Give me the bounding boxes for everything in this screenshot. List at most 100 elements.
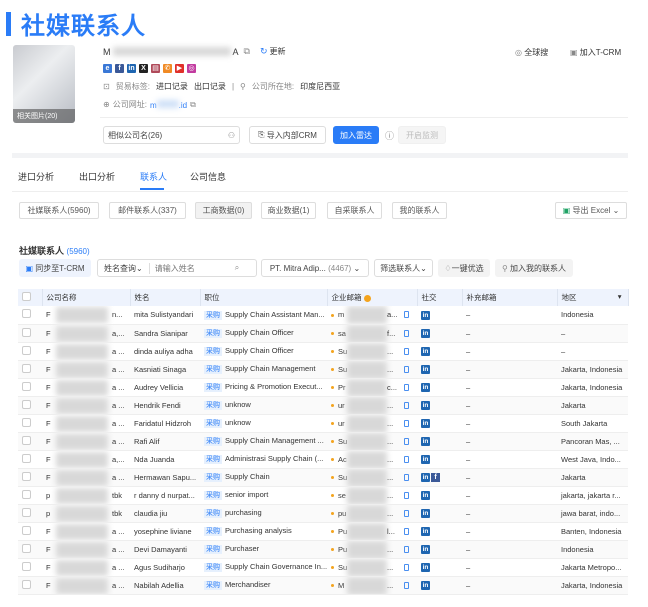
filter-icon[interactable]: ▾ <box>618 292 622 301</box>
monitor-button[interactable]: 开启监测 <box>398 126 446 144</box>
youtube-icon[interactable]: ▶ <box>175 64 184 73</box>
row-select[interactable] <box>18 450 42 469</box>
filter-contacts-select[interactable]: 筛选联系人 ⌄ <box>374 259 433 277</box>
help-icon[interactable] <box>363 294 371 302</box>
add-tcrm-button[interactable]: ▣ 加入T-CRM <box>570 47 621 58</box>
phone-icon[interactable]: ✆ <box>163 64 172 73</box>
sync-tcrm-button[interactable]: ▣ 同步至T-CRM <box>19 259 91 277</box>
linkedin-icon[interactable]: in <box>421 473 430 482</box>
copy-icon[interactable] <box>404 545 409 553</box>
table-row[interactable]: p tbk claudia jiu 采购 purchasing pu... in –… <box>18 504 628 523</box>
company-filter-select[interactable]: PT. Mitra Adip... (4467) ⌄ <box>261 259 369 277</box>
copy-icon[interactable] <box>404 419 409 427</box>
company-cell[interactable]: Fa ... <box>42 360 130 379</box>
copy-icon[interactable] <box>404 437 409 445</box>
table-row[interactable]: Fa ... Hendrik Fendi 采购 unknow ur... in –… <box>18 396 628 415</box>
trade-tag-import[interactable]: 进口记录 <box>156 81 188 92</box>
name-input[interactable] <box>154 263 235 273</box>
add-my-contacts-button[interactable]: ⚲ 加入我的联系人 <box>495 259 573 277</box>
chip-business-registry[interactable]: 工商数据(0) <box>195 202 252 219</box>
company-cell[interactable]: Fa,... <box>42 450 130 469</box>
checkbox[interactable] <box>22 579 31 589</box>
checkbox[interactable] <box>22 453 31 463</box>
copy-icon[interactable]: ⧉ <box>190 100 196 110</box>
company-cell[interactable]: Fa ... <box>42 540 130 559</box>
chip-self-collected[interactable]: 自采联系人 <box>327 202 382 219</box>
search-icon[interactable]: ⌕ <box>235 263 239 273</box>
linkedin-icon[interactable]: in <box>421 545 430 554</box>
website-icon[interactable]: e <box>103 64 112 73</box>
copy-icon[interactable] <box>404 311 409 318</box>
linkedin-icon[interactable]: in <box>421 437 430 446</box>
checkbox[interactable] <box>22 543 31 553</box>
trade-tag-export[interactable]: 出口记录 <box>194 81 226 92</box>
instagram-icon[interactable]: ◎ <box>187 64 196 73</box>
copy-icon[interactable] <box>404 581 409 589</box>
row-select[interactable] <box>18 522 42 541</box>
table-row[interactable]: Fa ... Faridatul Hidzroh 采购 unknow ur... … <box>18 414 628 433</box>
chip-my-contacts[interactable]: 我的联系人 <box>392 202 447 219</box>
copy-icon[interactable] <box>404 365 409 373</box>
similar-company-button[interactable]: 相似公司名(26) ⚇ <box>103 126 240 144</box>
optimize-button[interactable]: ♢ 一键优选 <box>438 259 490 277</box>
select-all[interactable] <box>18 289 43 306</box>
checkbox[interactable] <box>22 327 31 337</box>
checkbox[interactable] <box>22 507 31 517</box>
company-cell[interactable]: Fa ... <box>42 342 130 361</box>
checkbox[interactable] <box>22 309 31 319</box>
copy-icon[interactable] <box>404 383 409 391</box>
copy-icon[interactable] <box>404 329 409 337</box>
checkbox[interactable] <box>22 363 31 373</box>
linkedin-icon[interactable]: in <box>421 383 430 392</box>
tab-company-info[interactable]: 公司信息 <box>190 170 226 183</box>
copy-icon[interactable] <box>404 509 409 517</box>
table-row[interactable]: Fa,... Nda Juanda 采购 Administrasi Supply … <box>18 450 628 469</box>
row-select[interactable] <box>18 576 42 595</box>
checkbox[interactable] <box>22 561 31 571</box>
row-select[interactable] <box>18 396 42 415</box>
row-select[interactable] <box>18 468 42 487</box>
table-row[interactable]: Fa ... Kasniati Sinaga 采购 Supply Chain Ma… <box>18 360 628 379</box>
row-select[interactable] <box>18 360 42 379</box>
linkedin-icon[interactable]: in <box>127 64 136 73</box>
row-select[interactable] <box>18 414 42 433</box>
copy-icon[interactable] <box>404 455 409 463</box>
company-cell[interactable]: p tbk <box>42 486 130 505</box>
table-row[interactable]: Fa ... Audrey Vellicia 采购 Pricing & Promo… <box>18 378 628 397</box>
row-select[interactable] <box>18 324 42 343</box>
row-select[interactable] <box>18 486 42 505</box>
row-select[interactable] <box>18 342 42 361</box>
row-select[interactable] <box>18 540 42 559</box>
checkbox[interactable] <box>22 435 31 445</box>
facebook-icon[interactable]: f <box>115 64 124 73</box>
import-crm-button[interactable]: ⎘ 导入内部CRM <box>249 126 326 144</box>
company-cell[interactable]: Fa ... <box>42 396 130 415</box>
table-row[interactable]: Fa ... Nabilah Adellia 采购 Merchandiser M.… <box>18 576 628 595</box>
company-cell[interactable]: Fa ... <box>42 378 130 397</box>
facebook-icon[interactable]: f <box>431 473 440 482</box>
linkedin-icon[interactable]: in <box>421 563 430 572</box>
copy-icon[interactable] <box>404 563 409 571</box>
refresh-button[interactable]: 更新 <box>270 46 286 57</box>
company-cell[interactable]: Fn... <box>42 306 130 325</box>
company-cell[interactable]: p tbk <box>42 504 130 523</box>
linkedin-icon[interactable]: in <box>421 401 430 410</box>
refresh-icon[interactable]: ↻ <box>260 46 268 57</box>
fax-icon[interactable]: ▤ <box>151 64 160 73</box>
checkbox[interactable] <box>22 489 31 499</box>
chip-commercial-data[interactable]: 商业数据(1) <box>261 202 316 219</box>
checkbox[interactable] <box>22 381 31 391</box>
table-row[interactable]: Fa ... Hermawan Sapu... 采购 Supply Chain S… <box>18 468 628 487</box>
tab-import-analysis[interactable]: 进口分析 <box>18 170 54 183</box>
table-row[interactable]: Fn... mita Sulistyandari 采购 Supply Chain … <box>18 306 628 325</box>
company-cell[interactable]: Fa,... <box>42 324 130 343</box>
company-cell[interactable]: Fa ... <box>42 414 130 433</box>
table-row[interactable]: Fa ... Devi Damayanti 采购 Purchaser Pu... … <box>18 540 628 559</box>
tab-export-analysis[interactable]: 出口分析 <box>79 170 115 183</box>
company-cell[interactable]: Fa ... <box>42 522 130 541</box>
linkedin-icon[interactable]: in <box>421 509 430 518</box>
add-radar-button[interactable]: 加入雷达 <box>333 126 379 144</box>
row-select[interactable] <box>18 306 42 325</box>
table-row[interactable]: Fa ... Agus Sudiharjo 采购 Supply Chain Gov… <box>18 558 628 577</box>
table-row[interactable]: Fa ... dinda auliya adha 采购 Supply Chain … <box>18 342 628 361</box>
